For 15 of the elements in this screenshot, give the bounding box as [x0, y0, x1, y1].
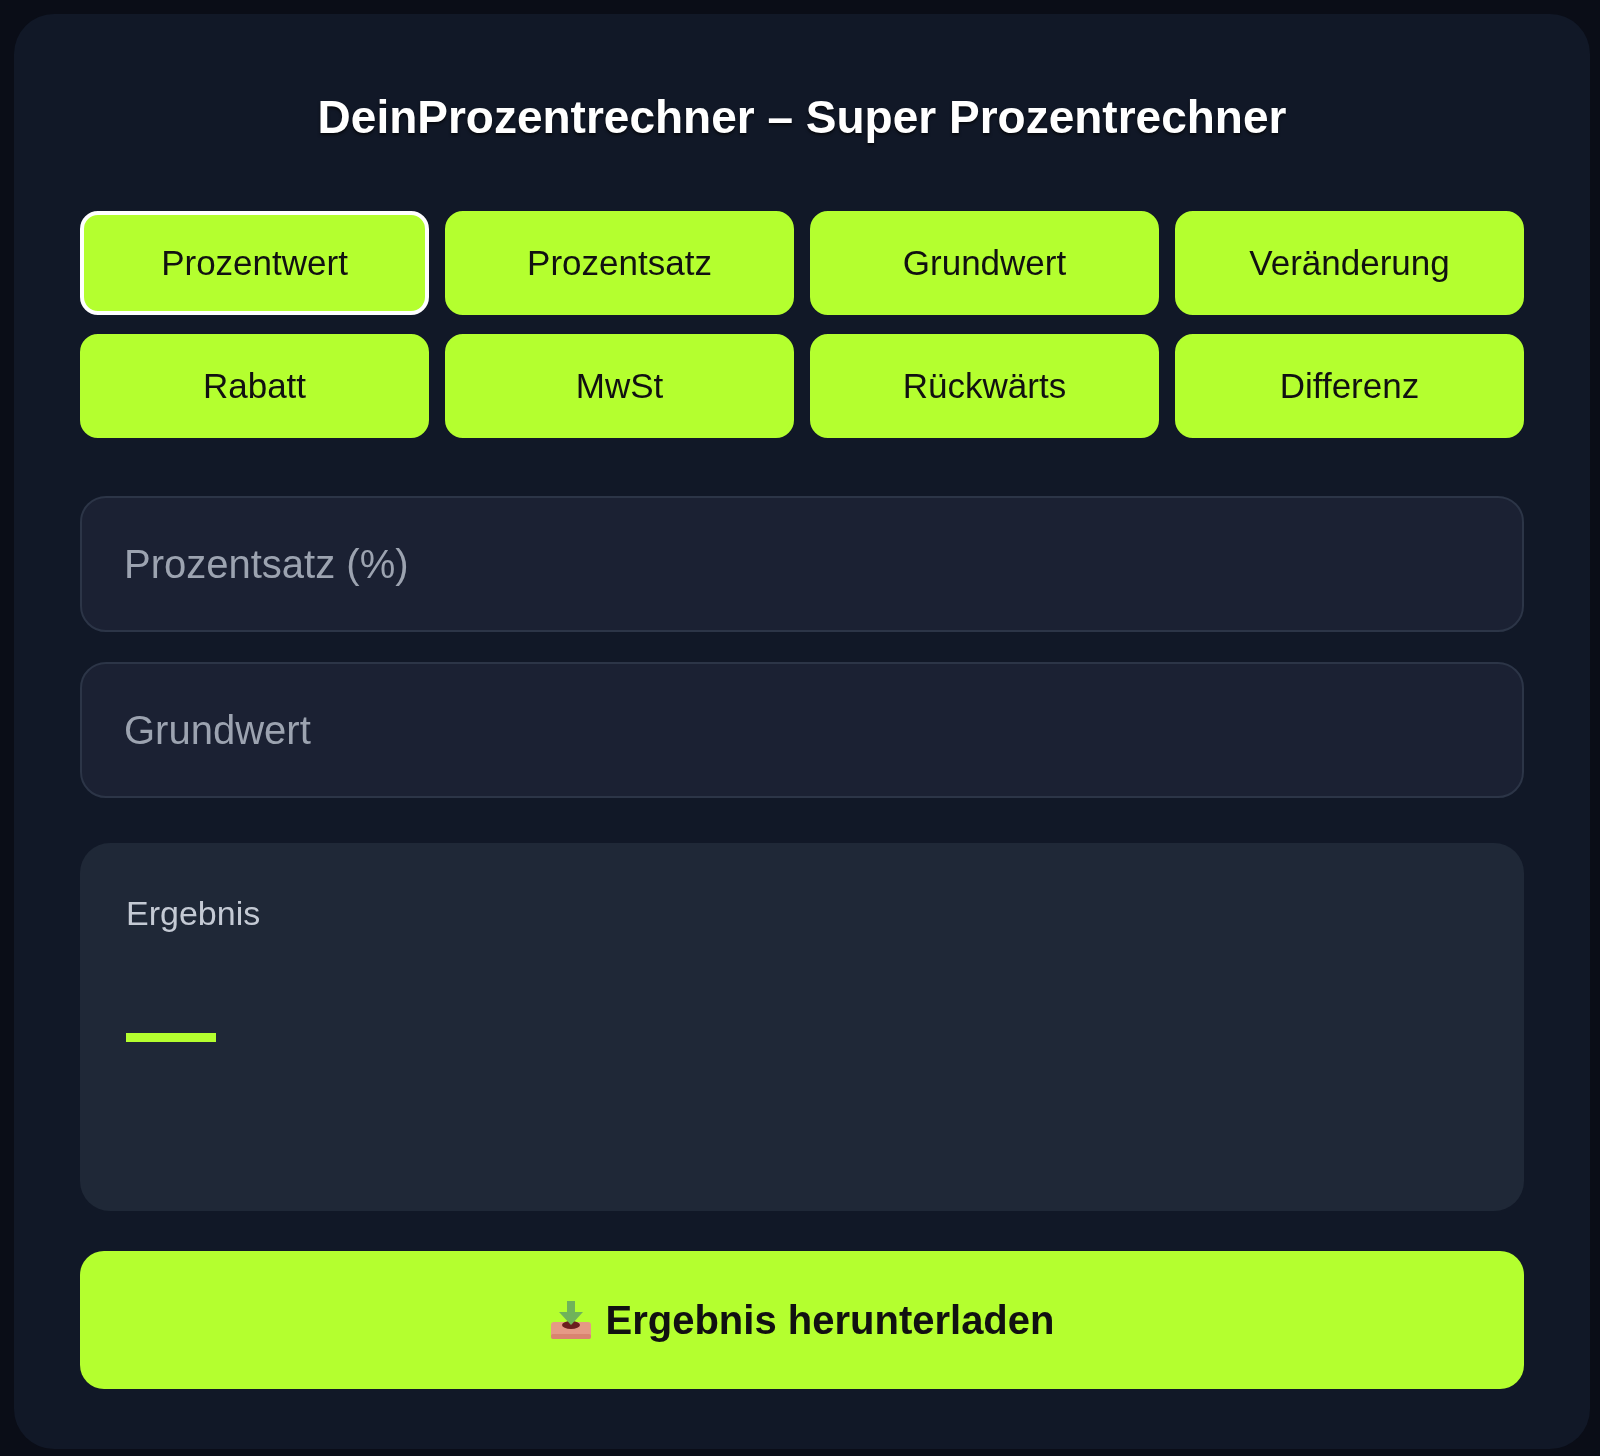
tray-arrow-icon: [549, 1300, 592, 1340]
mode-tab[interactable]: Rabatt: [80, 334, 429, 438]
mode-tab[interactable]: MwSt: [445, 334, 794, 438]
mode-tab[interactable]: Prozentsatz: [445, 211, 794, 315]
mode-tab[interactable]: Rückwärts: [810, 334, 1159, 438]
number-input-field[interactable]: Prozentsatz (%): [80, 496, 1524, 632]
page-title: DeinProzentrechner – Super Prozentrechner: [316, 90, 1288, 145]
mode-tab[interactable]: Grundwert: [810, 211, 1159, 315]
number-input-field[interactable]: Grundwert: [80, 662, 1524, 798]
mode-tab[interactable]: Prozentwert: [80, 211, 429, 315]
download-button[interactable]: Ergebnis herunterladen: [80, 1251, 1524, 1389]
result-label: Ergebnis: [126, 893, 261, 933]
result-value: —: [126, 986, 216, 1076]
mode-tab[interactable]: Differenz: [1175, 334, 1524, 438]
mode-tab[interactable]: Veränderung: [1175, 211, 1524, 315]
